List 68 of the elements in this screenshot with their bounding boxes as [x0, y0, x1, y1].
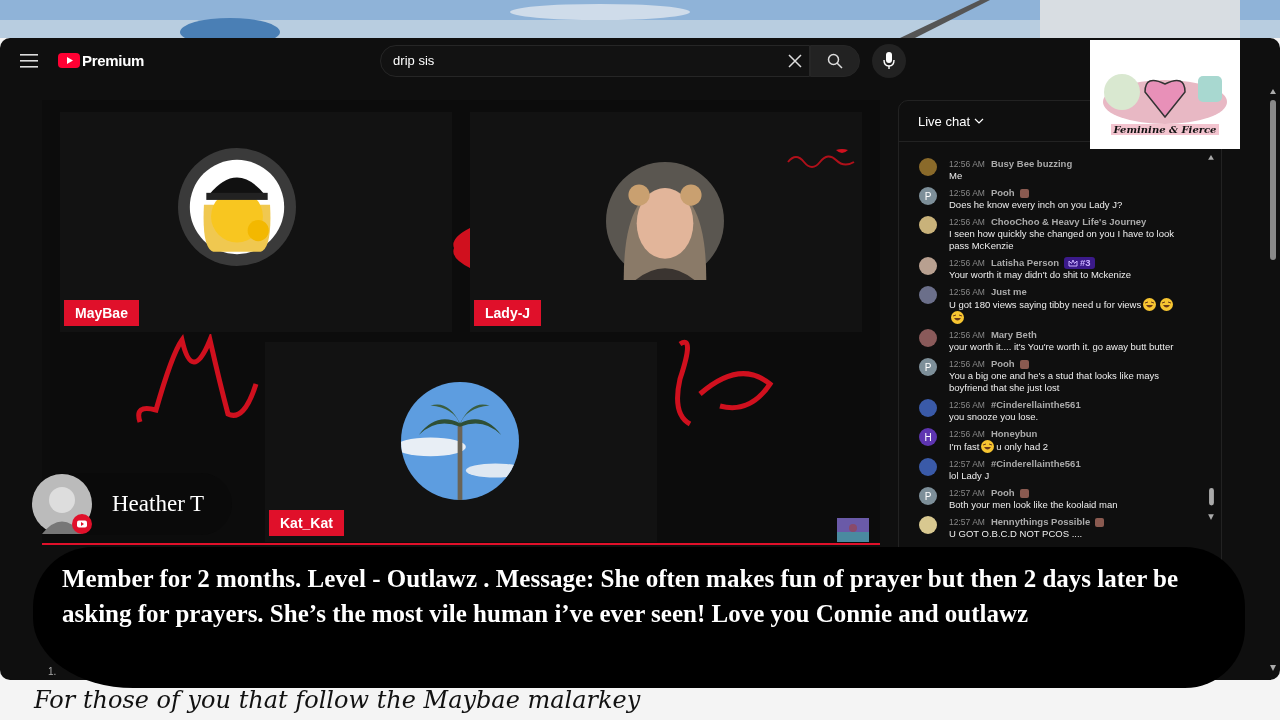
author-name: Hennythings Possible: [990, 516, 1091, 528]
name-tag: Lady-J: [474, 300, 542, 326]
author-name: Busy Bee buzzing: [990, 158, 1073, 170]
message-text: U GOT O.B.C.D NOT PCOS ....: [949, 528, 1083, 540]
message-time: 12:57 AM: [949, 516, 985, 528]
message-text: Me: [949, 170, 963, 182]
message-time: 12:56 AM: [949, 257, 985, 269]
message-time: 12:56 AM: [949, 187, 985, 199]
avatar: [32, 474, 92, 534]
message-text: your worth it.... it's You're worth it. go away butt butter: [949, 341, 1174, 353]
author-name: Pooh: [990, 187, 1015, 199]
brand-name[interactable]: Premium: [82, 52, 145, 69]
message-time: 12:57 AM: [949, 458, 985, 470]
message-text: You a big one and he's a stud that looks like mays boyfriend that she just lost: [949, 370, 1161, 394]
laughing-emoji-icon: [1160, 298, 1174, 311]
laughing-emoji-icon: [1143, 298, 1157, 311]
close-icon[interactable]: [788, 53, 803, 68]
message-text: Both your men look like the koolaid man: [949, 499, 1118, 511]
message-time: 12:56 AM: [949, 158, 985, 170]
microphone-button[interactable]: [872, 43, 907, 78]
author-name: Just me: [990, 286, 1027, 298]
laughing-emoji-icon: [951, 311, 964, 324]
avatar: P: [919, 187, 937, 205]
message-time: 12:56 AM: [949, 286, 985, 298]
message-text: you snooze you lose.: [949, 411, 1039, 423]
menu-icon[interactable]: [20, 53, 38, 68]
laughing-emoji-icon: [981, 440, 995, 453]
scrollbar[interactable]: [1207, 154, 1215, 522]
chevron-icon: [974, 118, 985, 124]
message-time: 12:56 AM: [949, 329, 985, 341]
message-text: Your worth it may didn't do shit to Mckenize: [949, 269, 1132, 281]
microphone-icon: [883, 52, 896, 69]
author-name: ChooChoo & Heavy Life's Journey: [990, 216, 1147, 228]
author-name: Honeybun: [990, 428, 1038, 440]
author-name: Pooh: [990, 358, 1015, 370]
message-text: I'm fast: [949, 440, 980, 453]
search-icon: [827, 52, 844, 69]
avatar: P: [919, 487, 937, 505]
footnote-text: 1.: [48, 666, 57, 677]
member-badge: #3: [1064, 257, 1095, 269]
avatar: P: [919, 358, 937, 376]
author-name: Mary Beth: [990, 329, 1037, 341]
message-time: 12:56 AM: [949, 216, 985, 228]
message-text: I seen how quickly she changed on you I have to look pass McKenzie: [949, 228, 1175, 252]
handwritten-text: For those of you that follow the Maybae malarkey: [32, 685, 642, 716]
play-logo-icon[interactable]: [58, 53, 80, 68]
chat-mode-dropdown[interactable]: Live chat: [918, 113, 985, 129]
play-badge-icon: [72, 514, 92, 534]
message-text: U got 180 views saying tibby need u for views: [949, 298, 1142, 311]
name-tag: Kat_Kat: [269, 510, 344, 536]
author-name: #Cinderellainthe561: [990, 399, 1081, 411]
author-name: Pooh: [990, 487, 1015, 499]
search-button[interactable]: [810, 44, 861, 77]
sticker-text: Feminine & Fierce: [1110, 124, 1220, 135]
search-field[interactable]: drip sis: [380, 44, 811, 77]
message-time: 12:56 AM: [949, 358, 985, 370]
scrollbar[interactable]: [1269, 88, 1277, 673]
author-name: Latisha Person: [990, 257, 1060, 269]
message-text: lol Lady J: [949, 470, 990, 482]
message-time: 12:56 AM: [949, 399, 985, 411]
message-text: u only had 2: [996, 440, 1049, 453]
message-time: 12:56 AM: [949, 428, 985, 440]
avatar: H: [919, 428, 937, 446]
name-tag: MayBae: [64, 300, 139, 326]
message-time: 12:57 AM: [949, 487, 985, 499]
message-text: Does he know every inch on you Lady J?: [949, 199, 1123, 211]
presenter-name: Heather T: [112, 491, 205, 517]
author-name: #Cinderellainthe561: [990, 458, 1081, 470]
